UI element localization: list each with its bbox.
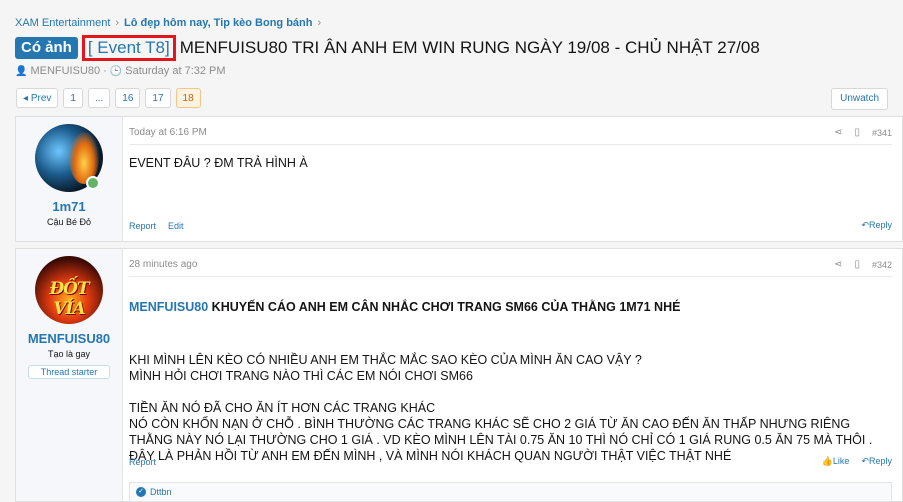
post-heading: MENFUISU80 KHUYẾN CÁO ANH EM CÂN NHẮC CH… — [129, 299, 872, 315]
divider — [129, 144, 892, 145]
post-text: KHI MÌNH LÊN KÈO CÓ NHIỀU ANH EM THẮC MẮ… — [129, 353, 873, 463]
breadcrumb-item-forum[interactable]: Lô đẹp hôm nay, Tip kèo Bong bánh — [124, 17, 312, 29]
thread-prefix-badge[interactable]: Có ảnh — [15, 37, 78, 59]
like-reaction-icon: ✓ — [136, 487, 146, 497]
post-number[interactable]: #342 — [872, 260, 892, 270]
post-tools: ⋖ ▯ #341 — [834, 127, 892, 138]
reply-button[interactable]: ↶Reply — [861, 220, 892, 231]
event-tag: [ Event T8] — [81, 35, 176, 61]
bookmark-icon[interactable]: ▯ — [854, 259, 860, 270]
like-label: Like — [832, 456, 850, 466]
pagination: ◂ Prev 1 ... 16 17 18 — [16, 88, 201, 108]
edit-link[interactable]: Edit — [168, 221, 184, 231]
thread-title-row: Có ảnh [ Event T8] MENFUISU80 TRI ÂN ANH… — [15, 35, 760, 61]
post-body: Today at 6:16 PM ⋖ ▯ #341 EVENT ĐÂU ? ĐM… — [129, 117, 892, 241]
chevron-right-icon: › — [317, 17, 322, 29]
thread-meta: 👤 MENFUISU80 · 🕒 Saturday at 7:32 PM — [15, 65, 226, 77]
post-actions: Report Edit — [129, 221, 184, 231]
current-page-button[interactable]: 18 — [175, 88, 201, 108]
separator: · — [103, 65, 107, 77]
avatar[interactable]: ĐỐT VÍA — [35, 256, 103, 324]
reply-label: Reply — [868, 220, 892, 230]
post-user-panel: 1m71 Cậu Bé Đỏ — [16, 117, 123, 241]
post-tools: ⋖ ▯ #342 — [834, 259, 892, 270]
post-actions: Report — [129, 457, 156, 467]
reaction-users[interactable]: Dttbn — [150, 487, 172, 497]
post-content: EVENT ĐÂU ? ĐM TRẢ HÌNH À — [129, 156, 308, 170]
post-time[interactable]: Today at 6:16 PM — [129, 127, 207, 138]
reply-icon: ↶ — [861, 456, 869, 466]
user-title: Tạo là gay — [47, 349, 91, 359]
page-jump-button[interactable]: ... — [87, 88, 111, 108]
page-title: MENFUISU80 TRI ÂN ANH EM WIN RUNG NGÀY 1… — [179, 38, 760, 57]
chevron-right-icon: › — [115, 17, 120, 29]
page-button[interactable]: 16 — [115, 88, 141, 108]
breadcrumb: XAM Entertainment › Lô đẹp hôm nay, Tip … — [15, 17, 321, 29]
page-button[interactable]: 1 — [63, 88, 83, 108]
avatar-text: ĐỐT VÍA — [49, 279, 89, 319]
post-actions-right: ↶Reply — [861, 220, 892, 231]
post-body: 28 minutes ago ⋖ ▯ #342 MENFUISU80 KHUYẾ… — [129, 249, 892, 502]
reply-label: Reply — [868, 456, 892, 466]
clock-icon: 🕒 — [109, 65, 123, 77]
post-username[interactable]: 1m71 — [16, 199, 122, 214]
report-link[interactable]: Report — [129, 457, 156, 467]
post-username[interactable]: MENFUISU80 — [16, 331, 122, 346]
divider — [129, 276, 892, 277]
post-user-panel: ĐỐT VÍA MENFUISU80 Tạo là gay Thread sta… — [16, 249, 123, 501]
user-icon: 👤 — [15, 65, 28, 77]
post-time[interactable]: 28 minutes ago — [129, 259, 197, 270]
like-button[interactable]: 👍Like — [822, 456, 850, 467]
post-content: MENFUISU80 KHUYẾN CÁO ANH EM CÂN NHẮC CH… — [129, 283, 872, 464]
post-heading-author: MENFUISU80 — [129, 300, 209, 314]
reply-button[interactable]: ↶Reply — [861, 456, 892, 467]
prev-label: Prev — [30, 93, 52, 104]
avatar[interactable] — [35, 124, 103, 192]
thread-starter-badge: Thread starter — [27, 365, 111, 379]
bookmark-icon[interactable]: ▯ — [854, 127, 860, 138]
post-341: 1m71 Cậu Bé Đỏ Today at 6:16 PM ⋖ ▯ #341… — [15, 116, 903, 242]
unwatch-button[interactable]: Unwatch — [831, 88, 888, 110]
like-icon: 👍 — [821, 456, 833, 466]
post-number[interactable]: #341 — [872, 128, 892, 138]
breadcrumb-item-home[interactable]: XAM Entertainment — [15, 17, 110, 29]
share-icon[interactable]: ⋖ — [834, 259, 842, 270]
user-title: Cậu Bé Đỏ — [46, 217, 92, 227]
post-heading-text: KHUYẾN CÁO ANH EM CÂN NHẮC CHƠI TRANG SM… — [208, 300, 681, 314]
online-indicator-icon — [86, 176, 100, 190]
thread-start-time: Saturday at 7:32 PM — [125, 65, 226, 77]
reply-icon: ↶ — [861, 220, 869, 230]
share-icon[interactable]: ⋖ — [834, 127, 842, 138]
thread-author-link[interactable]: MENFUISU80 — [30, 65, 100, 77]
post-actions-right: 👍Like ↶Reply — [822, 456, 892, 467]
report-link[interactable]: Report — [129, 221, 156, 231]
post-342: ĐỐT VÍA MENFUISU80 Tạo là gay Thread sta… — [15, 248, 903, 502]
prev-page-button[interactable]: ◂ Prev — [16, 88, 59, 108]
page-button[interactable]: 17 — [145, 88, 171, 108]
reactions-bar: ✓ Dttbn — [129, 482, 892, 502]
